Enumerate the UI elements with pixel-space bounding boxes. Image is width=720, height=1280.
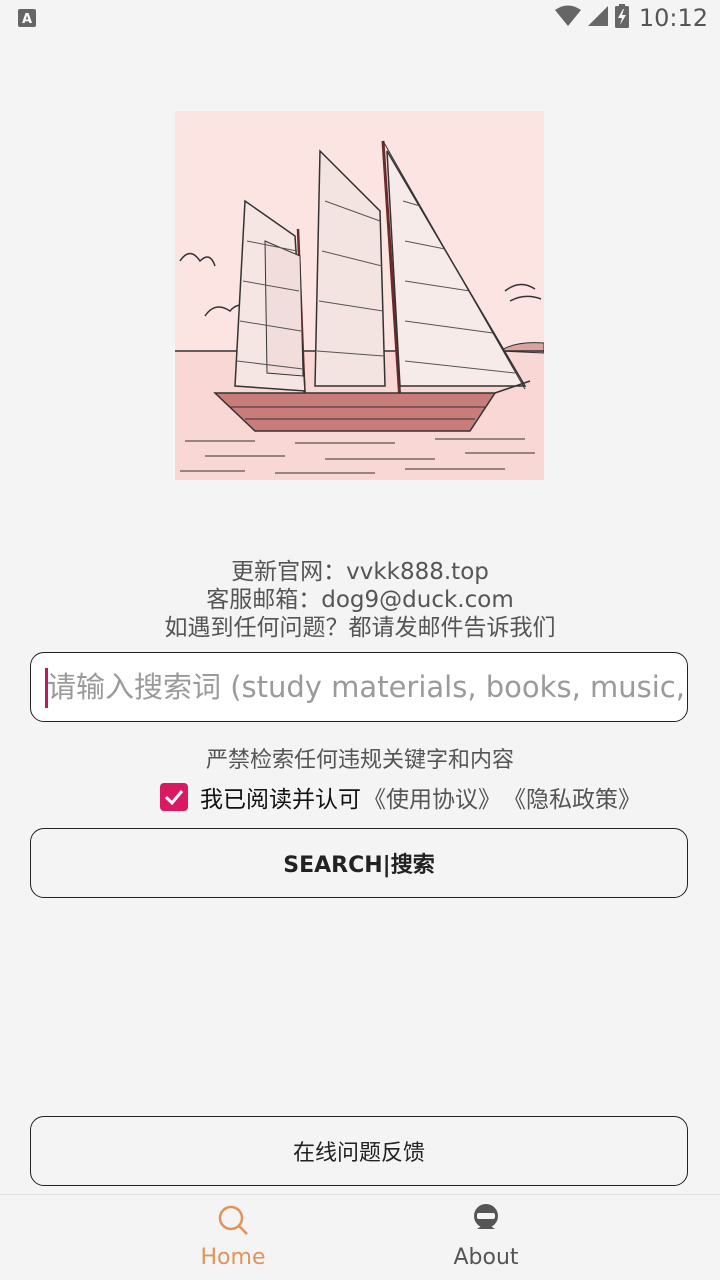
warning-text: 严禁检索任何违规关键字和内容 [205, 748, 514, 773]
info-block: 更新官网：vvkk888.top 客服邮箱：dog9@duck.com 如遇到任… [0, 558, 720, 642]
nav-home-label: Home [200, 1245, 266, 1270]
status-bar: A 10:12 [0, 0, 720, 36]
agreement-row: 我已阅读并认可 《使用协议》 《隐私政策》 [160, 780, 641, 814]
svg-text:A: A [22, 12, 32, 27]
search-button[interactable]: SEARCH|搜索 [30, 828, 688, 898]
bottom-navigation: Home About [0, 1194, 720, 1280]
sailboat-illustration [175, 111, 544, 480]
terms-link[interactable]: 《使用协议》 [363, 780, 501, 814]
search-field[interactable] [30, 652, 688, 722]
search-icon [216, 1203, 250, 1241]
agreement-checkbox[interactable] [160, 783, 188, 811]
email-text: 客服邮箱：dog9@duck.com [206, 587, 514, 613]
feedback-button[interactable]: 在线问题反馈 [30, 1116, 688, 1186]
nav-about-label: About [453, 1245, 519, 1270]
check-icon [164, 790, 184, 805]
search-input[interactable] [47, 653, 687, 721]
privacy-link[interactable]: 《隐私政策》 [503, 780, 641, 814]
battery-charging-icon [614, 4, 629, 32]
signal-icon [587, 5, 609, 31]
about-icon [471, 1203, 501, 1241]
agreement-label: 我已阅读并认可 [200, 787, 361, 813]
wifi-icon [554, 5, 581, 31]
website-text: 更新官网：vvkk888.top [231, 559, 489, 585]
nav-about[interactable]: About [406, 1203, 566, 1270]
status-time: 10:12 [638, 4, 708, 32]
app-screen: A 10:12 更新官网：vvkk888.top 客服邮箱：dog9@duck.… [0, 0, 720, 1280]
notice-text: 如遇到任何问题？都请发邮件告诉我们 [164, 615, 556, 641]
nav-home[interactable]: Home [153, 1203, 313, 1270]
a-icon: A [18, 9, 36, 27]
